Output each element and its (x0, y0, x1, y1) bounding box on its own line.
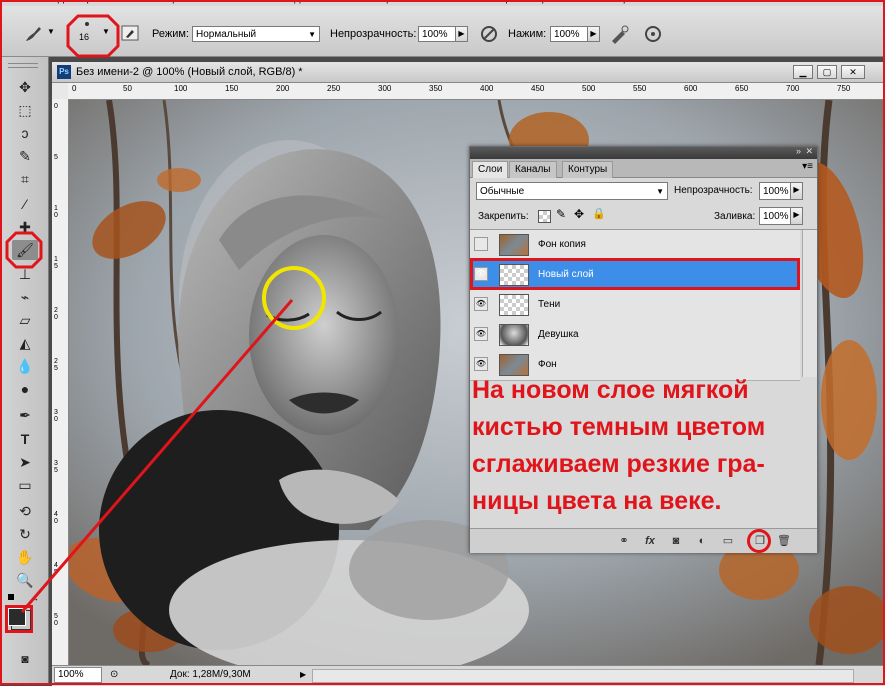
caption-line: На новом слое мягкой (472, 376, 749, 404)
instruction-caption: На новом слое мягкой кистью темным цвето… (472, 372, 812, 520)
caption-line: кистью темным цветом (472, 413, 766, 441)
caption-line: сглаживаем резкие гра- (472, 450, 765, 478)
caption-line: ницы цвета на веке. (472, 487, 722, 515)
annotation-line (20, 299, 294, 613)
